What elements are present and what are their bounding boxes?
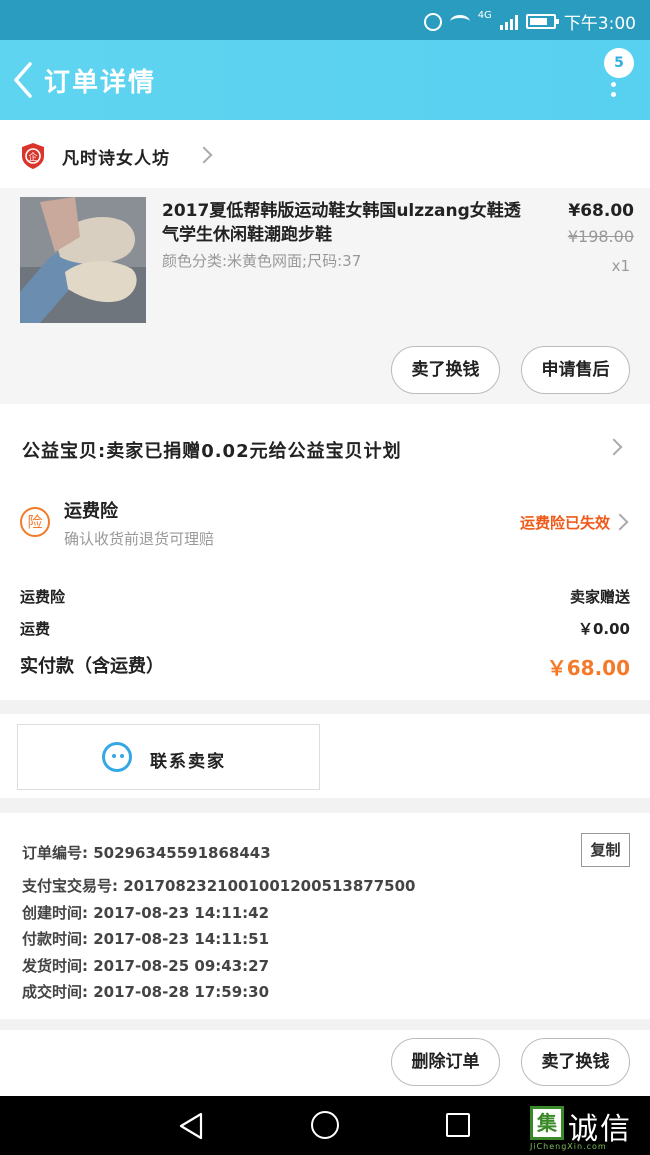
fee-row: 运费 ￥0.00 [20, 618, 630, 639]
insurance-subtitle: 确认收货前退货可理赔 [64, 530, 215, 548]
watermark-logo: 集 诚信 JiChengXin.com [528, 1104, 646, 1152]
network-type: 4G [477, 10, 492, 21]
wifi-icon [449, 14, 470, 29]
shop-name: 凡时诗女人坊 [62, 149, 170, 169]
paid-time: 付款时间: 2017-08-23 14:11:51 [22, 930, 270, 948]
product-spec: 颜色分类:米黄色网面;尺码:37 [162, 252, 362, 270]
system-nav-bar: 集 诚信 JiChengXin.com [0, 1096, 650, 1155]
product-price: ¥68.00 [568, 201, 634, 221]
shop-row[interactable]: 企 凡时诗女人坊 [0, 120, 650, 188]
product-title: 2017夏低帮韩版运动鞋女韩国ulzzang女鞋透气学生休闲鞋潮跑步鞋 [162, 201, 521, 245]
alipay-trade-number: 支付宝交易号: 2017082321001001200513877500 [22, 877, 416, 895]
copy-button[interactable]: 复制 [581, 833, 630, 867]
chevron-right-icon [195, 146, 213, 164]
signal-icon [499, 14, 518, 30]
nav-recent-icon[interactable] [446, 1113, 470, 1137]
page-title: 订单详情 [44, 68, 157, 98]
order-summary-section: 公益宝贝:卖家已捐赠0.02元给公益宝贝计划 险 运费险 确认收货前退货可理赔 … [0, 404, 650, 700]
contact-seller-label: 联系卖家 [150, 752, 226, 772]
insurance-icon: 险 [20, 507, 50, 537]
product-card[interactable]: 2017夏低帮韩版运动鞋女韩国ulzzang女鞋透气学生休闲鞋潮跑步鞋 颜色分类… [0, 188, 650, 404]
app-header: 订单详情 5 [0, 40, 650, 120]
created-time: 创建时间: 2017-08-23 14:11:42 [22, 904, 270, 922]
product-quantity: x1 [611, 257, 630, 275]
sell-for-cash-button[interactable]: 卖了换钱 [391, 346, 500, 394]
delete-order-button[interactable]: 删除订单 [391, 1038, 500, 1086]
contact-section: 联系卖家 [0, 714, 650, 798]
insurance-row[interactable]: 险 运费险 确认收货前退货可理赔 运费险已失效 [0, 490, 650, 560]
total-label: 实付款（含运费） [20, 656, 164, 677]
chevron-right-icon [611, 513, 629, 531]
watermark-subtext: JiChengXin.com [530, 1142, 607, 1151]
fee-row: 运费险 卖家赠送 [20, 586, 630, 607]
insurance-status: 运费险已失效 [519, 514, 610, 532]
fee-value: ￥0.00 [577, 620, 630, 638]
alarm-icon [423, 12, 442, 31]
total-value: ￥68.00 [546, 656, 630, 680]
nav-back-icon[interactable] [178, 1112, 204, 1140]
completed-time: 成交时间: 2017-08-28 17:59:30 [22, 983, 270, 1001]
shipped-time: 发货时间: 2017-08-25 09:43:27 [22, 957, 270, 975]
chevron-left-icon [14, 62, 32, 98]
contact-seller-button[interactable]: 联系卖家 [17, 724, 320, 790]
shop-shield-icon: 企 [22, 143, 44, 169]
order-info-section: 订单编号: 50296345591868443 支付宝交易号: 20170823… [0, 813, 650, 1019]
fee-label: 运费险 [20, 588, 66, 606]
bottom-actions: 删除订单 卖了换钱 [0, 1030, 650, 1096]
total-row: 实付款（含运费） ￥68.00 [20, 652, 630, 680]
product-original-price: ¥198.00 [567, 227, 634, 246]
insurance-title: 运费险 [64, 501, 118, 522]
product-thumbnail[interactable] [20, 197, 146, 323]
watermark-box: 集 [530, 1106, 564, 1140]
charity-row[interactable]: 公益宝贝:卖家已捐赠0.02元给公益宝贝计划 [0, 404, 650, 490]
chevron-right-icon [605, 438, 623, 456]
fee-label: 运费 [20, 620, 51, 638]
notification-badge: 5 [604, 48, 634, 78]
fee-value: 卖家赠送 [569, 588, 630, 606]
chat-face-icon [102, 742, 132, 772]
status-time: 下午3:00 [563, 14, 636, 34]
battery-icon [525, 14, 559, 29]
order-number: 订单编号: 50296345591868443 [22, 844, 271, 862]
back-button[interactable] [8, 58, 48, 102]
nav-home-icon[interactable] [311, 1111, 339, 1139]
more-menu-button[interactable]: 5 [598, 48, 634, 108]
status-bar: 4G 下午3:00 [0, 0, 650, 40]
svg-text:企: 企 [28, 151, 37, 163]
sell-for-cash-button[interactable]: 卖了换钱 [521, 1038, 630, 1086]
more-dots-icon [611, 82, 616, 102]
after-sale-button[interactable]: 申请售后 [521, 346, 630, 394]
charity-text: 公益宝贝:卖家已捐赠0.02元给公益宝贝计划 [22, 441, 402, 462]
